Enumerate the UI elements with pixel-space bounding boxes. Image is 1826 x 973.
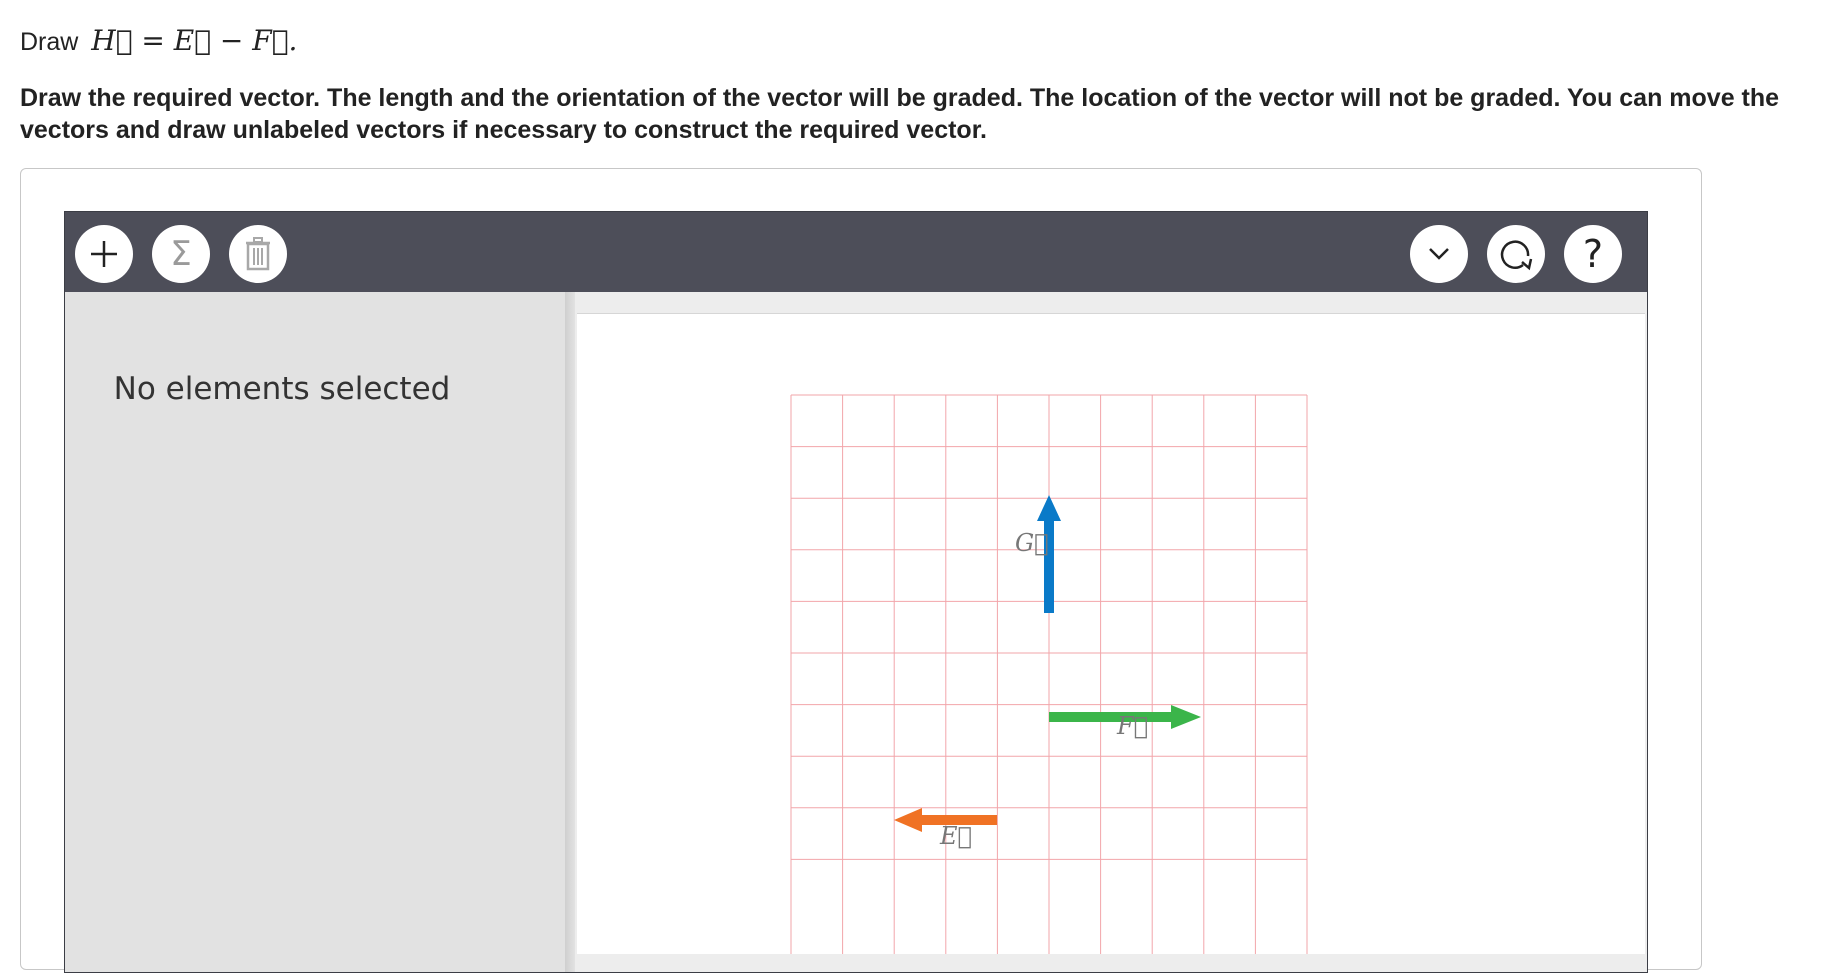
- vector-g-head: [1037, 495, 1061, 521]
- reset-button[interactable]: [1487, 225, 1545, 283]
- help-icon: ?: [1582, 232, 1604, 276]
- vector-g[interactable]: G⃗: [1015, 495, 1061, 613]
- plus-icon: [91, 241, 117, 267]
- grid-svg: G⃗ F⃗ E⃗: [790, 394, 1308, 954]
- prompt-word: Draw: [20, 28, 79, 56]
- problem-prompt: Draw H⃗ = E⃗ − F⃗.: [20, 24, 297, 57]
- vector-g-label: G⃗: [1015, 529, 1049, 557]
- grid-lines: [790, 394, 1308, 954]
- vector-e-head: [894, 808, 922, 832]
- panel-divider: [565, 292, 575, 972]
- options-dropdown-button[interactable]: [1410, 225, 1468, 283]
- sigma-icon: Σ: [170, 234, 192, 274]
- sum-button[interactable]: Σ: [152, 225, 210, 283]
- reset-icon: [1500, 240, 1533, 271]
- selection-status-text: No elements selected: [113, 371, 451, 407]
- vector-f-label: F⃗: [1116, 712, 1148, 740]
- add-vector-button[interactable]: [75, 225, 133, 283]
- instructions-text: Draw the required vector. The length and…: [20, 84, 1780, 144]
- drawing-canvas[interactable]: G⃗ F⃗ E⃗: [577, 313, 1645, 954]
- toolbar: Σ ?: [65, 212, 1647, 292]
- trash-icon: [246, 237, 270, 271]
- vector-f[interactable]: F⃗: [1049, 705, 1201, 740]
- help-button[interactable]: ?: [1564, 225, 1622, 283]
- vector-e-label: E⃗: [939, 822, 972, 850]
- vector-f-head: [1171, 705, 1201, 729]
- chevron-down-icon: [1429, 248, 1449, 260]
- prompt-equation: H⃗ = E⃗ − F⃗.: [91, 24, 298, 57]
- delete-button[interactable]: [229, 225, 287, 283]
